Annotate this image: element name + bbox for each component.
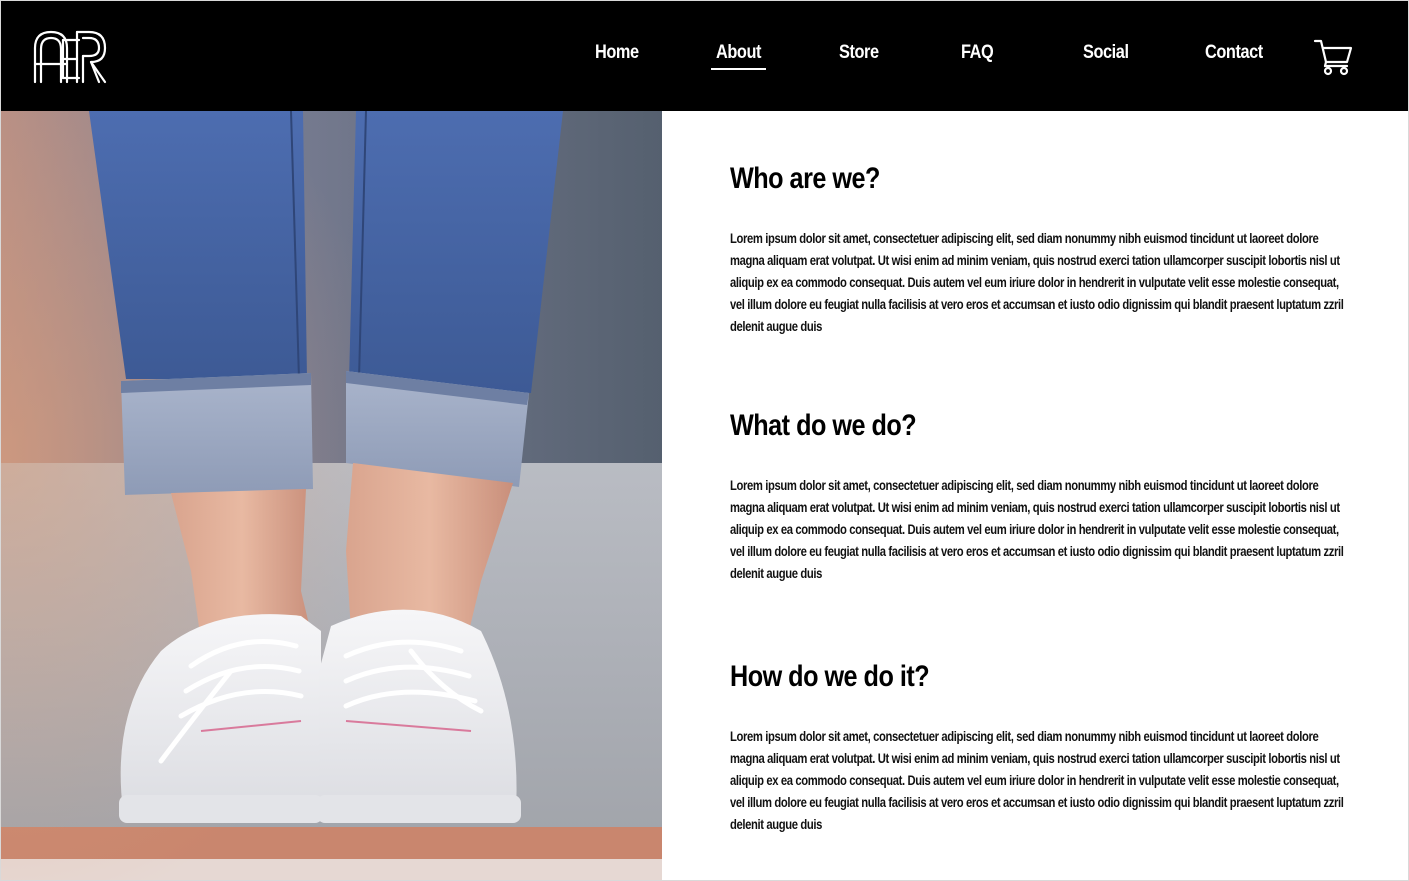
section-title-who: Who are we? [730,162,880,195]
nav-about[interactable]: About [716,39,761,71]
section-body-what: Lorem ipsum dolor sit amet, consectetuer… [730,478,1344,581]
nav-contact[interactable]: Contact [1205,39,1263,71]
site-header: Home About Store FAQ Social Contact [1,1,1408,111]
aer-logo[interactable] [33,30,107,84]
hero-photo [1,111,662,880]
nav-faq[interactable]: FAQ [961,39,994,71]
nav-store[interactable]: Store [839,39,879,71]
section-body-how: Lorem ipsum dolor sit amet, consectetuer… [730,729,1344,832]
section-body-who: Lorem ipsum dolor sit amet, consectetuer… [730,231,1344,334]
nav-home[interactable]: Home [595,39,639,71]
shopping-cart-icon[interactable] [1313,38,1353,76]
nav-active-underline [711,68,766,70]
nav-social[interactable]: Social [1083,39,1129,71]
section-title-what: What do we do? [730,409,917,442]
section-title-how: How do we do it? [730,660,930,693]
about-page: Home About Store FAQ Social Contact Who … [0,0,1409,881]
